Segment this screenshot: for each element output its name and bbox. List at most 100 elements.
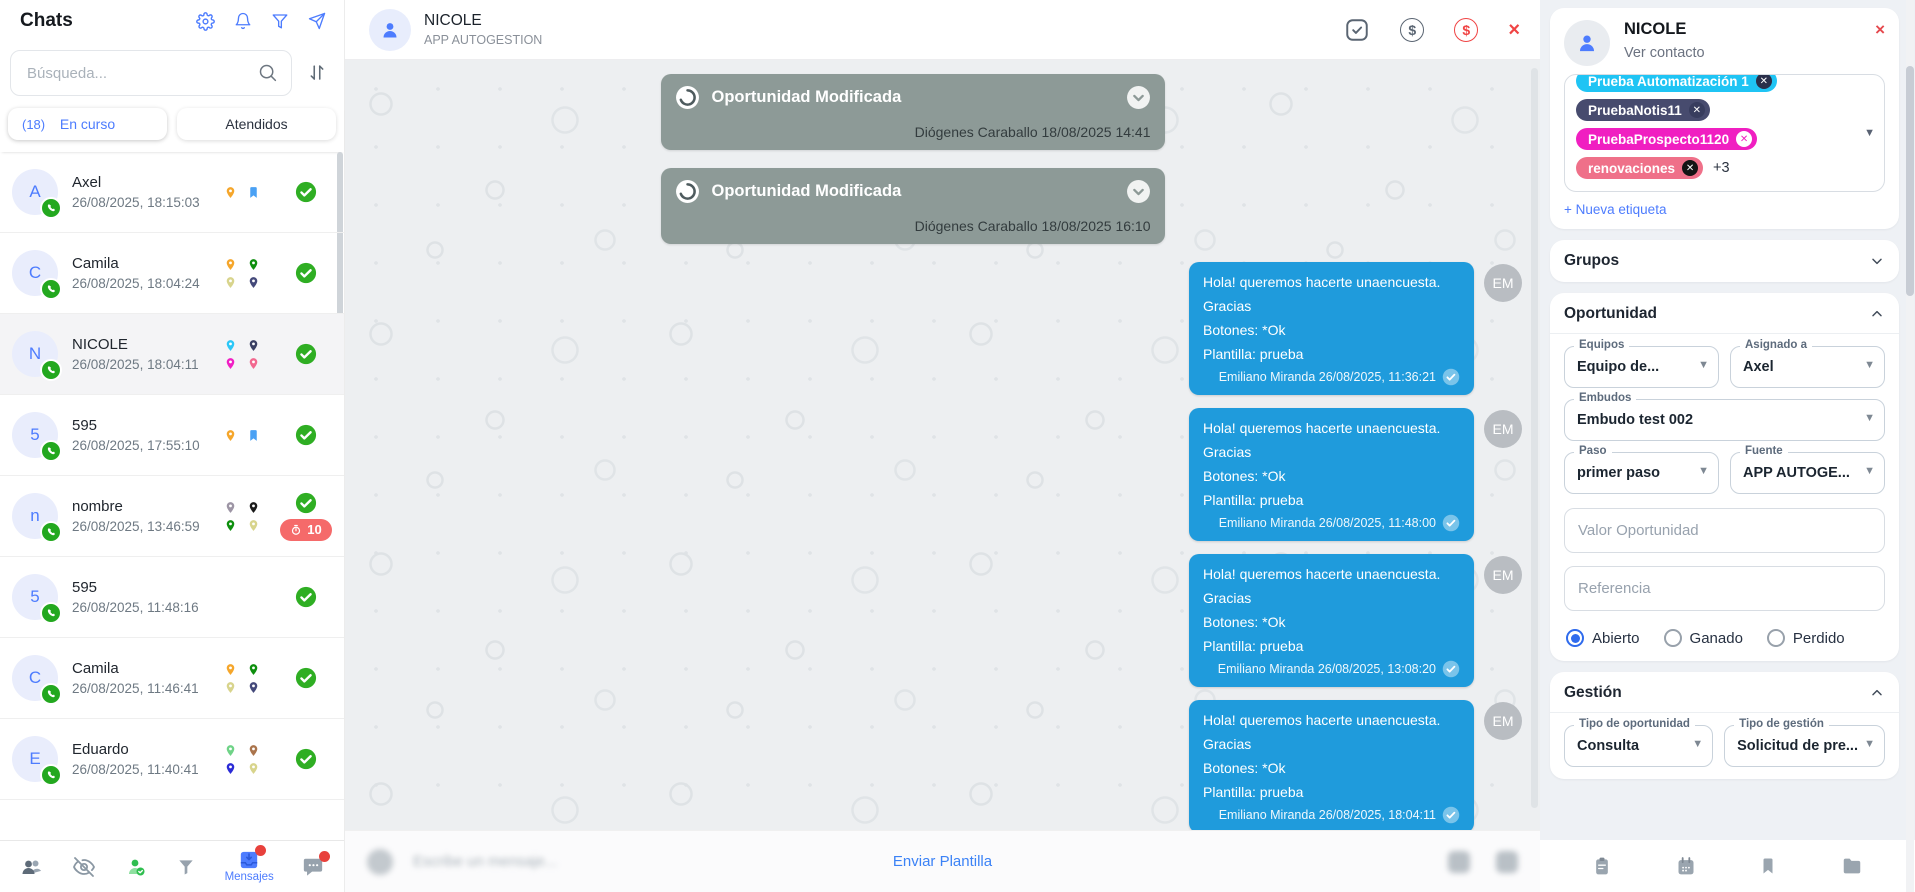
remove-tag-icon[interactable]: ✕ <box>1736 131 1752 147</box>
more-tags-count[interactable]: +3 <box>1713 160 1730 176</box>
chat-name: 595 <box>72 579 199 596</box>
chat-bubble-icon[interactable] <box>302 856 324 878</box>
opportunity-value-input[interactable] <box>1564 508 1885 553</box>
chat-list-item[interactable]: C Camila 26/08/2025, 11:46:41 <box>0 638 344 719</box>
sidebar-header: Chats <box>0 0 344 38</box>
whatsapp-icon <box>40 440 62 462</box>
delivered-check-icon <box>1442 806 1460 824</box>
panel-contact-name: NICOLE <box>1624 20 1705 39</box>
search-input[interactable] <box>10 50 292 96</box>
conversation-header: NICOLE APP AUTOGESTION $ $ × <box>345 0 1540 60</box>
inbox-messages-icon[interactable]: Mensajes <box>225 850 274 883</box>
conversation-scrollbar[interactable] <box>1531 68 1538 808</box>
remove-tag-icon[interactable]: ✕ <box>1682 160 1698 176</box>
chat-list-item[interactable]: E Eduardo 26/08/2025, 11:40:41 <box>0 719 344 800</box>
whatsapp-icon <box>46 689 57 700</box>
opportunity-card: Oportunidad Equipos Equipo de... ▼Asigna… <box>1550 293 1899 661</box>
field-value: Embudo test 002 <box>1577 412 1693 428</box>
agent-avatar: EM <box>1484 264 1522 302</box>
tag-pin-icon <box>224 663 237 676</box>
mic-icon[interactable] <box>1496 851 1518 873</box>
reference-input[interactable] <box>1564 566 1885 611</box>
select-embudos[interactable]: Embudos Embudo test 002 ▼ <box>1564 399 1885 441</box>
message-meta: Emiliano Miranda 26/08/2025, 13:08:20 <box>1218 662 1436 676</box>
select-tipo-de-gesti-n[interactable]: Tipo de gestión Solicitud de pre... ▼ <box>1724 725 1885 767</box>
tags-caret-down-icon[interactable]: ▼ <box>1864 127 1875 139</box>
caret-down-icon: ▼ <box>1864 412 1875 424</box>
tab-en-curso[interactable]: (18) En curso <box>8 108 167 140</box>
field-label: Embudos <box>1574 392 1636 404</box>
attended-check-icon <box>295 667 317 689</box>
select-paso[interactable]: Paso primer paso ▼ <box>1564 452 1719 494</box>
chat-list-item[interactable]: C Camila 26/08/2025, 18:04:24 <box>0 233 344 314</box>
attach-icon[interactable] <box>1448 851 1470 873</box>
attended-check-icon <box>295 492 317 514</box>
remove-tag-icon[interactable]: ✕ <box>1756 74 1772 89</box>
delivered-check-icon <box>1442 514 1460 532</box>
chat-avatar: 5 <box>12 412 58 458</box>
settings-icon[interactable] <box>196 12 215 31</box>
chevron-down-icon[interactable] <box>1869 253 1885 269</box>
tag-pin-icon <box>247 258 260 271</box>
chat-list-item[interactable]: A Axel 26/08/2025, 18:15:03 <box>0 152 344 233</box>
radio-abierto[interactable]: Abierto <box>1566 629 1640 647</box>
sort-icon[interactable] <box>302 62 332 84</box>
contact-details-panel: NICOLE Ver contacto × Prueba Automatizac… <box>1540 0 1915 892</box>
price-icon[interactable]: $ <box>1400 18 1424 42</box>
chevron-down-icon[interactable] <box>1126 85 1151 110</box>
chat-list-item[interactable]: 5 595 26/08/2025, 11:48:16 <box>0 557 344 638</box>
view-contact-link[interactable]: Ver contacto <box>1624 45 1705 61</box>
chevron-up-icon[interactable] <box>1869 685 1885 701</box>
chat-avatar: E <box>12 736 58 782</box>
chat-list-item[interactable]: 5 595 26/08/2025, 17:55:10 <box>0 395 344 476</box>
approve-check-icon[interactable] <box>1344 17 1370 43</box>
clipboard-icon[interactable] <box>1592 856 1612 876</box>
delivered-check-icon <box>1442 368 1460 386</box>
bookmark-icon[interactable] <box>1759 857 1777 875</box>
send-icon[interactable] <box>308 12 326 30</box>
chevron-down-icon[interactable] <box>1126 179 1151 204</box>
radio-ganado[interactable]: Ganado <box>1664 629 1743 647</box>
select-tipo-de-oportunidad[interactable]: Tipo de oportunidad Consulta ▼ <box>1564 725 1713 767</box>
send-template-button[interactable]: Enviar Plantilla <box>345 853 1540 870</box>
price-alert-icon[interactable]: $ <box>1454 18 1478 42</box>
contacts-icon[interactable] <box>20 855 44 879</box>
system-message-title: Oportunidad Modificada <box>712 88 1114 107</box>
filter-icon[interactable] <box>271 12 289 30</box>
management-card: Gestión Tipo de oportunidad Consulta ▼Ti… <box>1550 672 1899 779</box>
chat-timestamp: 26/08/2025, 11:40:41 <box>72 762 199 777</box>
agent-avatar: EM <box>1484 702 1522 740</box>
agent-avatar: EM <box>1484 410 1522 448</box>
close-conversation-icon[interactable]: × <box>1508 20 1520 40</box>
remove-tag-icon[interactable]: ✕ <box>1689 102 1705 118</box>
calendar-icon[interactable] <box>1676 856 1696 876</box>
eye-off-icon[interactable] <box>72 855 96 879</box>
radio-perdido[interactable]: Perdido <box>1767 629 1845 647</box>
groups-card: Grupos <box>1550 240 1899 282</box>
panel-scrollbar-thumb[interactable] <box>1906 66 1914 296</box>
chat-list-item[interactable]: N NICOLE 26/08/2025, 18:04:11 <box>0 314 344 395</box>
new-tag-button[interactable]: + Nueva etiqueta <box>1564 202 1885 217</box>
chat-list: A Axel 26/08/2025, 18:15:03 C Camila 26/… <box>0 152 344 840</box>
tag-pin-icon <box>247 276 260 289</box>
tag-pin-icon <box>247 339 260 352</box>
select-fuente[interactable]: Fuente APP AUTOGE... ▼ <box>1730 452 1885 494</box>
caret-down-icon: ▼ <box>1864 359 1875 371</box>
bell-icon[interactable] <box>234 12 252 30</box>
chat-list-item[interactable]: n nombre 26/08/2025, 13:46:59 10 <box>0 476 344 557</box>
select-equipos[interactable]: Equipos Equipo de... ▼ <box>1564 346 1719 388</box>
sidebar-bottom-nav: Mensajes <box>0 840 344 892</box>
close-panel-icon[interactable]: × <box>1875 20 1885 40</box>
notification-dot <box>255 845 266 856</box>
select-asignado-a[interactable]: Asignado a Axel ▼ <box>1730 346 1885 388</box>
filter-nav-icon[interactable] <box>176 857 196 877</box>
tag-pin-icon <box>224 357 237 370</box>
tab-atendidos[interactable]: Atendidos <box>177 108 336 140</box>
message-scroll-area[interactable]: Oportunidad Modificada Diógenes Caraball… <box>345 60 1540 830</box>
chevron-up-icon[interactable] <box>1869 306 1885 322</box>
agent-online-icon[interactable] <box>124 855 148 879</box>
chat-name: nombre <box>72 498 200 515</box>
tags-selector[interactable]: Prueba Automatización 1 ✕ PruebaNotis11 … <box>1564 74 1885 192</box>
folder-icon[interactable] <box>1841 855 1863 877</box>
chat-name: NICOLE <box>72 336 199 353</box>
